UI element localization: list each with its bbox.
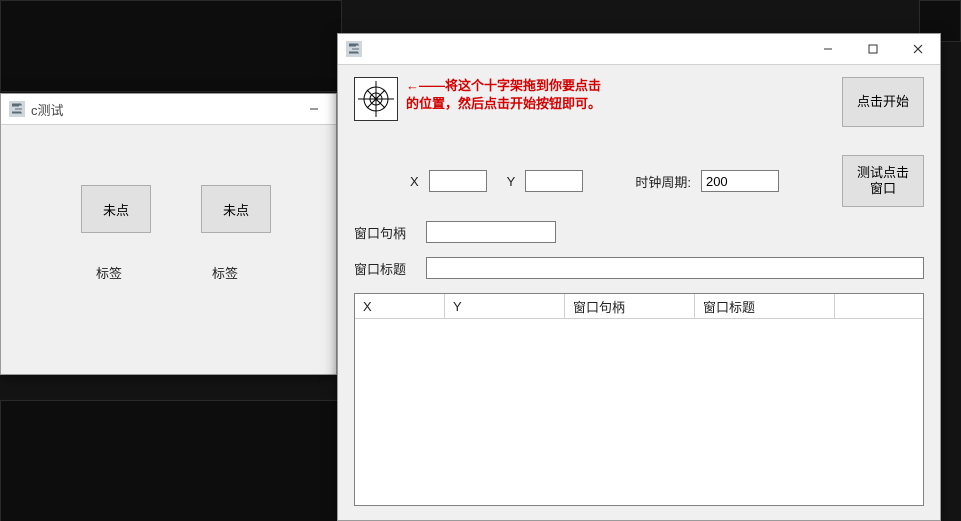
instruction-line-2: 的位置，然后点击开始按钮即可。 [406, 96, 601, 111]
maximize-button[interactable] [850, 34, 895, 64]
crosshair-icon [358, 81, 394, 117]
test-click-window-label-1: 测试点击 [857, 165, 909, 181]
col-spacer [835, 294, 923, 318]
col-y[interactable]: Y [445, 294, 565, 318]
x-input[interactable] [429, 170, 487, 192]
y-label: Y [507, 174, 516, 189]
results-listview[interactable]: X Y 窗口句柄 窗口标题 [354, 293, 924, 506]
minimize-button[interactable] [291, 94, 336, 124]
test-button-1[interactable]: 未点 [81, 185, 151, 233]
crosshair-drag-handle[interactable] [354, 77, 398, 121]
window-handle-input[interactable] [426, 221, 556, 243]
test-window-titlebar[interactable]: c测试 [1, 94, 336, 125]
test-label-2: 标签 [212, 263, 238, 282]
window-handle-label: 窗口句柄 [354, 223, 414, 242]
test-button-2[interactable]: 未点 [201, 185, 271, 233]
clicker-window: ←——将这个十字架拖到你要点击 的位置，然后点击开始按钮即可。 点击开始 X Y… [337, 33, 941, 521]
start-button-label: 点击开始 [857, 94, 909, 110]
window-title-input[interactable] [426, 257, 924, 279]
col-x[interactable]: X [355, 294, 445, 318]
instruction-line-1: ←——将这个十字架拖到你要点击 [406, 78, 601, 93]
instruction-text: ←——将这个十字架拖到你要点击 的位置，然后点击开始按钮即可。 [406, 77, 601, 112]
listview-header: X Y 窗口句柄 窗口标题 [355, 294, 923, 319]
col-handle[interactable]: 窗口句柄 [565, 294, 695, 318]
start-button[interactable]: 点击开始 [842, 77, 924, 127]
close-button[interactable] [895, 34, 940, 64]
test-button-1-label: 未点 [103, 200, 129, 219]
test-click-window-label-2: 窗口 [870, 181, 896, 197]
window-title-label: 窗口标题 [354, 259, 414, 278]
test-button-2-label: 未点 [223, 200, 249, 219]
test-window-title: c测试 [31, 100, 64, 119]
listview-body [355, 319, 923, 505]
period-input[interactable] [701, 170, 779, 192]
test-label-1: 标签 [96, 263, 122, 282]
e-app-icon [346, 41, 362, 57]
period-label: 时钟周期: [635, 172, 691, 191]
test-click-window-button[interactable]: 测试点击 窗口 [842, 155, 924, 207]
clicker-window-titlebar[interactable] [338, 34, 940, 65]
e-app-icon [9, 101, 25, 117]
x-label: X [410, 174, 419, 189]
col-title[interactable]: 窗口标题 [695, 294, 835, 318]
minimize-button[interactable] [805, 34, 850, 64]
y-input[interactable] [525, 170, 583, 192]
test-window: c测试 未点 未点 标签 标签 [0, 93, 337, 375]
